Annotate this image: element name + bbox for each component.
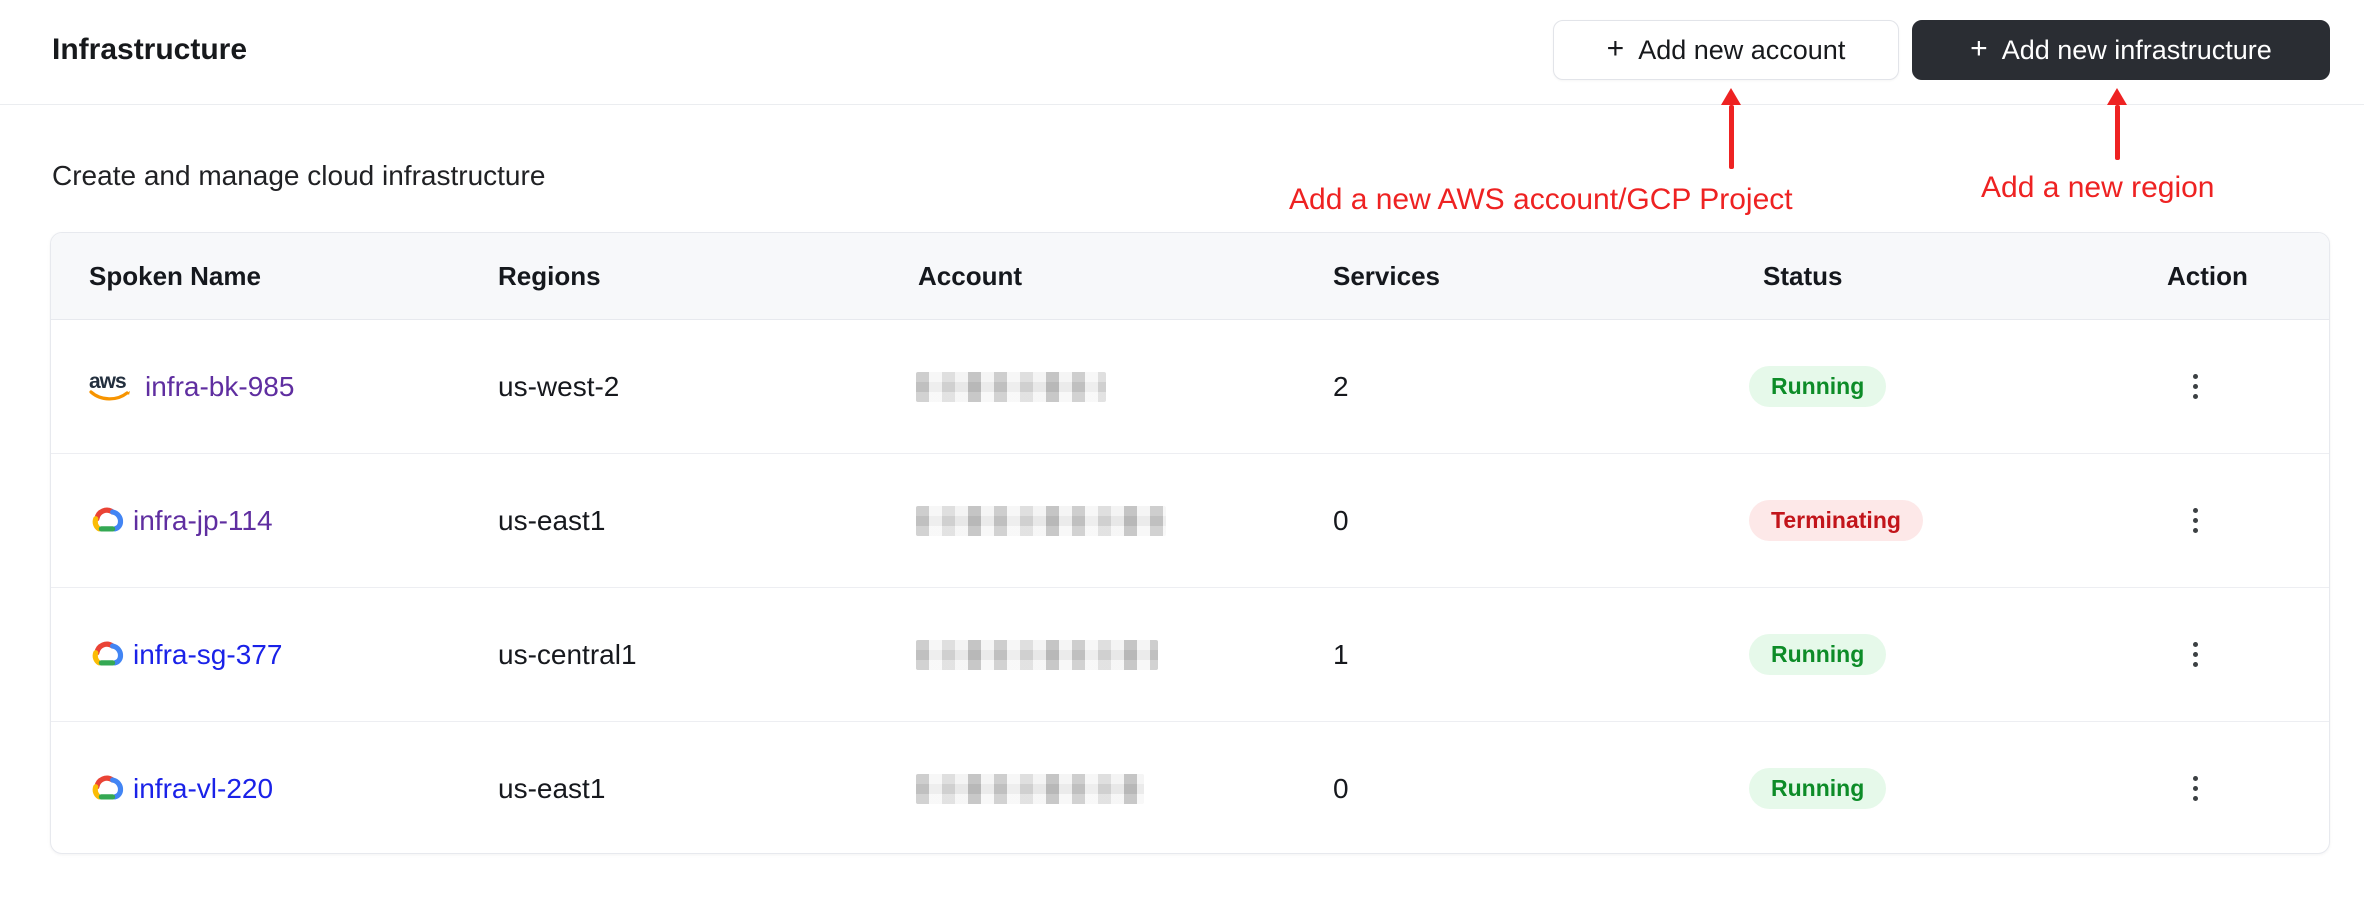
- infrastructure-link[interactable]: infra-bk-985: [145, 371, 294, 403]
- kebab-menu-icon: [2192, 374, 2198, 399]
- arrow-head-icon: [1721, 88, 1741, 105]
- arrow-head-icon: [2107, 88, 2127, 105]
- arrow-shaft: [2114, 105, 2120, 160]
- table-row: infra-sg-377 us-central1 1 Running: [51, 588, 2329, 722]
- add-new-infrastructure-label: Add new infrastructure: [2001, 34, 2272, 65]
- table-header-row: Spoken Name Regions Account Services Sta…: [51, 233, 2329, 320]
- status-cell: Running: [1749, 722, 1887, 855]
- region-cell: us-east1: [498, 772, 606, 804]
- status-badge: Running: [1749, 768, 1887, 809]
- gcp-icon: [89, 506, 125, 536]
- spoken-name-cell: infra-vl-220: [89, 722, 273, 855]
- redacted-account-value: [916, 773, 1144, 804]
- services-cell: 0: [1333, 504, 1349, 536]
- account-cell: [916, 454, 1166, 587]
- kebab-menu-icon: [2192, 508, 2198, 533]
- services-cell: 1: [1333, 638, 1349, 670]
- row-actions-menu-button[interactable]: [2181, 722, 2209, 855]
- spoken-name-cell: infra-sg-377: [89, 588, 282, 721]
- region-cell: us-east1: [498, 504, 606, 536]
- spoken-name-cell: aws infra-bk-985: [89, 320, 294, 453]
- plus-icon: +: [1606, 32, 1625, 65]
- annotation-arrow-account: [1720, 88, 1742, 169]
- add-new-infrastructure-button[interactable]: + Add new infrastructure: [1912, 20, 2330, 80]
- status-cell: Running: [1749, 320, 1887, 453]
- aws-icon: aws: [89, 370, 137, 404]
- infrastructure-table: Spoken Name Regions Account Services Sta…: [50, 232, 2330, 854]
- infrastructure-link[interactable]: infra-vl-220: [133, 773, 273, 805]
- table-row: infra-vl-220 us-east1 0 Running: [51, 722, 2329, 855]
- account-cell: [916, 588, 1158, 721]
- annotation-account-note: Add a new AWS account/GCP Project: [1289, 183, 1793, 216]
- add-new-account-button[interactable]: + Add new account: [1553, 20, 1899, 80]
- infrastructure-link[interactable]: infra-sg-377: [133, 639, 282, 671]
- status-cell: Terminating: [1749, 454, 1923, 587]
- row-actions-menu-button[interactable]: [2181, 588, 2209, 721]
- row-actions-menu-button[interactable]: [2181, 454, 2209, 587]
- annotation-arrow-region: [2106, 88, 2128, 160]
- redacted-account-value: [916, 505, 1166, 536]
- region-cell: us-west-2: [498, 370, 620, 402]
- services-cell: 0: [1333, 772, 1349, 804]
- status-badge: Running: [1749, 634, 1887, 675]
- spoken-name-cell: infra-jp-114: [89, 454, 273, 587]
- status-badge: Running: [1749, 366, 1887, 407]
- column-header-regions: Regions: [498, 260, 601, 291]
- infrastructure-page: Infrastructure + Add new account + Add n…: [0, 0, 2364, 922]
- table-row: aws infra-bk-985 us-west-2 2 Running: [51, 320, 2329, 454]
- services-cell: 2: [1333, 370, 1349, 402]
- status-cell: Running: [1749, 588, 1887, 721]
- redacted-account-value: [916, 371, 1106, 402]
- redacted-account-value: [916, 639, 1158, 670]
- region-cell: us-central1: [498, 638, 637, 670]
- page-title: Infrastructure: [52, 33, 248, 66]
- gcp-icon: [89, 640, 125, 670]
- account-cell: [916, 320, 1106, 453]
- column-header-action: Action: [2167, 260, 2248, 291]
- page-subtitle: Create and manage cloud infrastructure: [52, 160, 546, 191]
- status-badge: Terminating: [1749, 500, 1923, 541]
- arrow-shaft: [1728, 105, 1734, 169]
- annotation-region-note: Add a new region: [1981, 171, 2215, 204]
- kebab-menu-icon: [2192, 642, 2198, 667]
- column-header-services: Services: [1333, 260, 1440, 291]
- top-bar: Infrastructure + Add new account + Add n…: [0, 0, 2364, 105]
- table-row: infra-jp-114 us-east1 0 Terminating: [51, 454, 2329, 588]
- column-header-status: Status: [1763, 260, 1843, 291]
- infrastructure-link[interactable]: infra-jp-114: [133, 505, 273, 537]
- column-header-account: Account: [918, 260, 1022, 291]
- row-actions-menu-button[interactable]: [2181, 320, 2209, 453]
- plus-icon: +: [1970, 32, 1988, 65]
- gcp-icon: [89, 774, 125, 804]
- add-new-account-label: Add new account: [1638, 34, 1846, 65]
- account-cell: [916, 722, 1144, 855]
- column-header-spoken-name: Spoken Name: [89, 260, 261, 291]
- kebab-menu-icon: [2192, 776, 2198, 801]
